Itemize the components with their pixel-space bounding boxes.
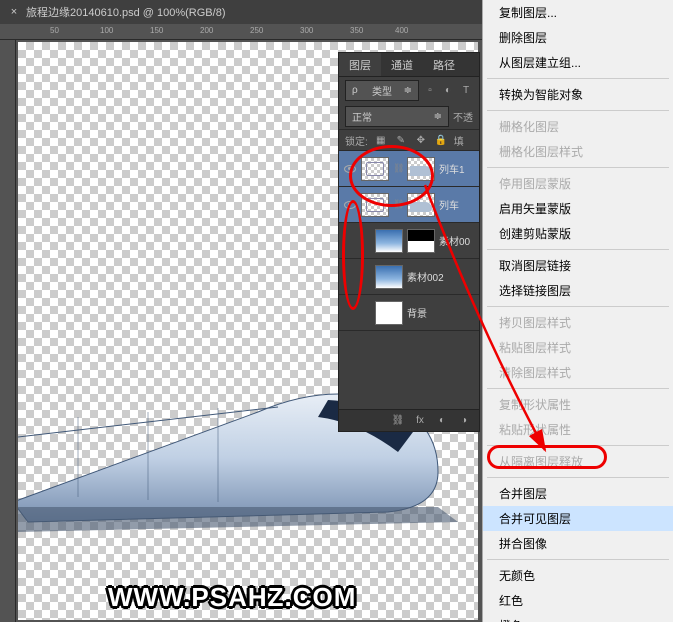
ruler-tick: 400 <box>395 26 408 35</box>
menu-item[interactable]: 无颜色 <box>483 563 673 588</box>
filter-icon[interactable]: ▫ <box>423 83 437 97</box>
ruler-tick: 300 <box>300 26 313 35</box>
mask-icon[interactable]: ◐ <box>435 414 449 428</box>
mask-thumb <box>407 229 435 253</box>
lock-brush-icon[interactable]: ✎ <box>394 133 408 147</box>
watermark-text: WWW.PSAHZ.COM <box>108 582 356 613</box>
blend-mode-dropdown[interactable]: 正常≑ <box>345 106 449 127</box>
menu-item[interactable]: 合并可见图层 <box>483 506 673 531</box>
menu-item: 从隔离图层释放 <box>483 449 673 474</box>
layer-name: 素材002 <box>407 269 475 284</box>
fill-label: 填 <box>454 133 464 148</box>
panel-footer: ⛓ fx ◐ ◑ <box>339 409 479 431</box>
layer-name: 背景 <box>407 305 475 320</box>
menu-item[interactable]: 复制图层... <box>483 0 673 25</box>
ruler-tick: 150 <box>150 26 163 35</box>
menu-separator <box>487 249 669 250</box>
menu-separator <box>487 110 669 111</box>
layer-thumb <box>375 301 403 325</box>
layer-item[interactable]: 素材002 <box>339 259 479 295</box>
layer-thumb <box>407 193 435 217</box>
layer-name: 素材00 <box>439 233 475 248</box>
context-menu: 复制图层...删除图层从图层建立组... 转换为智能对象栅格化图层栅格化图层样式停… <box>482 0 673 622</box>
menu-separator <box>487 306 669 307</box>
tab-channels[interactable]: 通道 <box>381 53 423 76</box>
filter-thumb <box>361 193 389 217</box>
menu-item: 拷贝图层样式 <box>483 310 673 335</box>
menu-item[interactable]: 合并图层 <box>483 481 673 506</box>
menu-item[interactable]: 创建剪贴蒙版 <box>483 221 673 246</box>
menu-item: 粘贴图层样式 <box>483 335 673 360</box>
ruler-horizontal: 50 100 150 200 250 300 350 400 <box>0 24 482 40</box>
menu-separator <box>487 445 669 446</box>
document-title: 旅程边缘20140610.psd @ 100%(RGB/8) <box>26 4 225 20</box>
menu-separator <box>487 477 669 478</box>
filter-type-dropdown[interactable]: ρ 类型≑ <box>345 80 419 101</box>
menu-item[interactable]: 橙色 <box>483 613 673 622</box>
photoshop-window: × 旅程边缘20140610.psd @ 100%(RGB/8) 50 100 … <box>0 0 482 622</box>
tab-layers[interactable]: 图层 <box>339 53 381 76</box>
menu-item: 复制形状属性 <box>483 392 673 417</box>
eye-icon <box>344 201 356 209</box>
filter-icon[interactable]: ◐ <box>441 83 455 97</box>
menu-item[interactable]: 启用矢量蒙版 <box>483 196 673 221</box>
layer-item[interactable]: 素材00 <box>339 223 479 259</box>
menu-separator <box>487 167 669 168</box>
menu-item: 栅格化图层样式 <box>483 139 673 164</box>
fx-icon[interactable]: fx <box>413 414 427 428</box>
menu-item[interactable]: 转换为智能对象 <box>483 82 673 107</box>
ruler-tick: 50 <box>50 26 59 35</box>
filter-icon[interactable]: T <box>459 83 473 97</box>
link-icon[interactable]: ⛓ <box>393 163 403 174</box>
filter-thumb <box>361 157 389 181</box>
layer-list: ⛓ 列车1 ⛓ 列车 素材00 素材0 <box>339 151 479 331</box>
layer-item[interactable]: ⛓ 列车1 <box>339 151 479 187</box>
menu-item[interactable]: 拼合图像 <box>483 531 673 556</box>
lock-row: 锁定: ▦ ✎ ✥ 🔒 填 <box>339 129 479 151</box>
menu-item: 粘贴形状属性 <box>483 417 673 442</box>
filter-row: ρ 类型≑ ▫ ◐ T <box>339 77 479 103</box>
menu-item[interactable]: 取消图层链接 <box>483 253 673 278</box>
opacity-label: 不透 <box>453 109 473 124</box>
ruler-tick: 250 <box>250 26 263 35</box>
lock-move-icon[interactable]: ✥ <box>414 133 428 147</box>
lock-all-icon[interactable]: 🔒 <box>434 133 448 147</box>
ruler-tick: 350 <box>350 26 363 35</box>
ruler-tick: 100 <box>100 26 113 35</box>
layers-panel: 图层 通道 路径 ρ 类型≑ ▫ ◐ T 正常≑ 不透 锁定: ▦ ✎ ✥ 🔒 … <box>338 52 480 432</box>
blend-row: 正常≑ 不透 <box>339 103 479 129</box>
layer-name: 列车1 <box>439 161 475 176</box>
visibility-toggle[interactable] <box>343 160 357 178</box>
menu-item[interactable]: 选择链接图层 <box>483 278 673 303</box>
eye-icon <box>344 165 356 173</box>
layer-thumb <box>375 265 403 289</box>
link-layers-icon[interactable]: ⛓ <box>391 414 405 428</box>
lock-transparency-icon[interactable]: ▦ <box>374 133 388 147</box>
ruler-tick: 200 <box>200 26 213 35</box>
title-bar: × 旅程边缘20140610.psd @ 100%(RGB/8) <box>0 0 482 24</box>
visibility-toggle[interactable] <box>343 196 357 214</box>
adjustment-icon[interactable]: ◑ <box>457 414 471 428</box>
layer-thumb <box>375 229 403 253</box>
ruler-vertical <box>0 40 16 622</box>
tab-paths[interactable]: 路径 <box>423 53 465 76</box>
menu-item: 停用图层蒙版 <box>483 171 673 196</box>
menu-separator <box>487 388 669 389</box>
close-icon[interactable]: × <box>8 6 20 18</box>
menu-separator <box>487 559 669 560</box>
menu-item: 栅格化图层 <box>483 114 673 139</box>
layer-name: 列车 <box>439 197 475 212</box>
link-icon[interactable]: ⛓ <box>393 199 403 210</box>
layer-thumb <box>407 157 435 181</box>
menu-item[interactable]: 从图层建立组... <box>483 50 673 75</box>
menu-separator <box>487 78 669 79</box>
menu-item[interactable]: 删除图层 <box>483 25 673 50</box>
lock-label: 锁定: <box>345 133 368 148</box>
menu-item: 清除图层样式 <box>483 360 673 385</box>
layer-item[interactable]: 背景 <box>339 295 479 331</box>
layer-item[interactable]: ⛓ 列车 <box>339 187 479 223</box>
panel-tabs: 图层 通道 路径 <box>339 53 479 77</box>
menu-item[interactable]: 红色 <box>483 588 673 613</box>
